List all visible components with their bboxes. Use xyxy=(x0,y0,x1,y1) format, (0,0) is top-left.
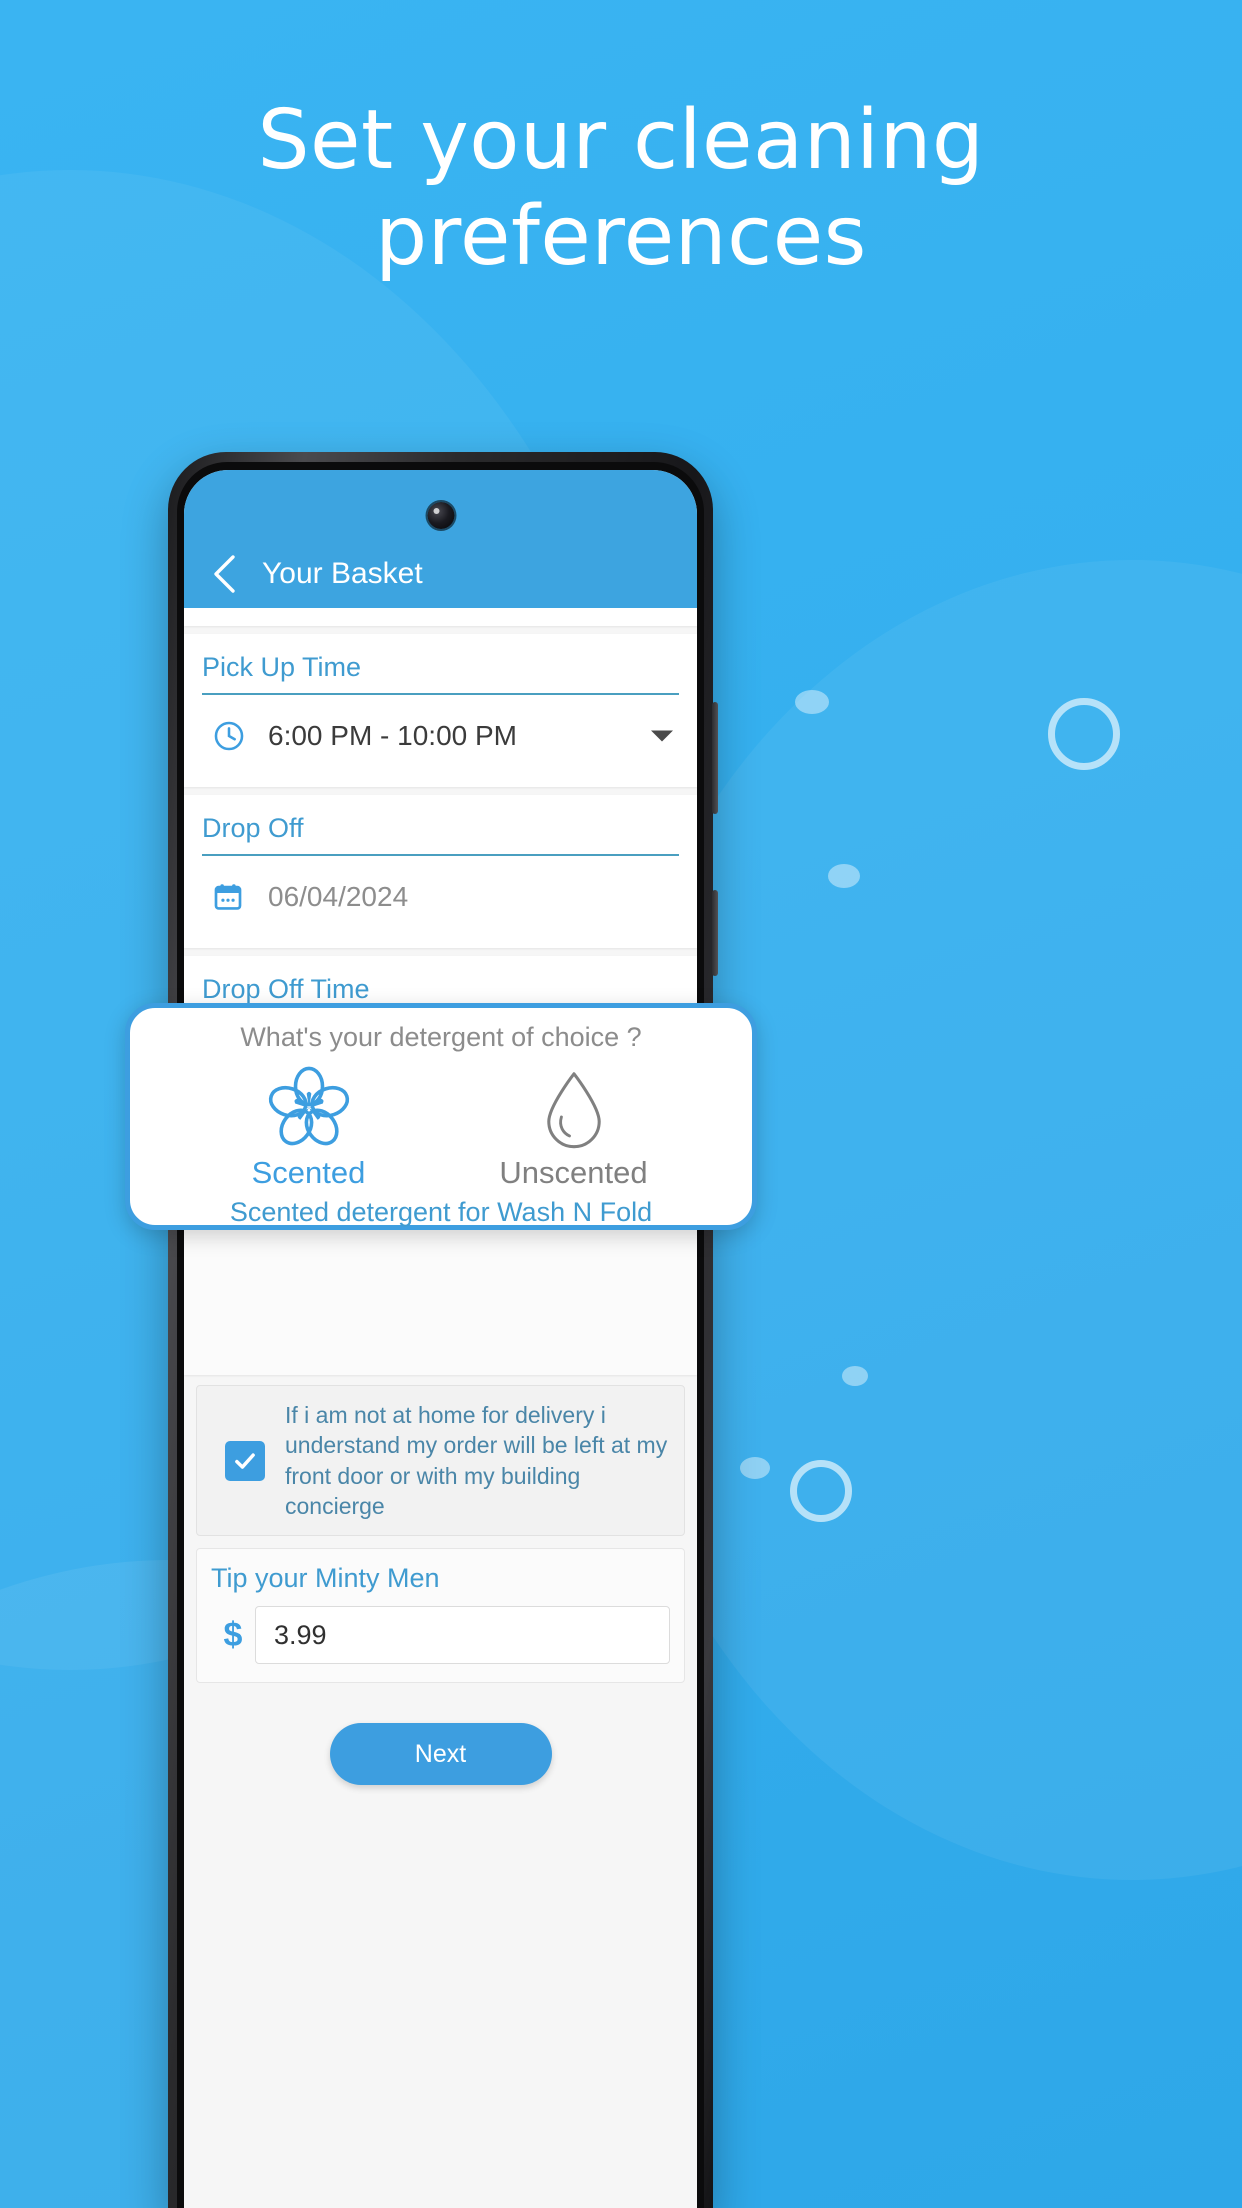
detergent-option-label: Scented xyxy=(251,1155,366,1190)
droplet-icon xyxy=(546,1072,601,1149)
field-value: 06/04/2024 xyxy=(268,881,409,912)
field-underline xyxy=(202,854,679,856)
field-card-dropoff-date: Drop Off 06/04/2024 xyxy=(184,795,697,948)
chevron-left-icon xyxy=(214,555,235,593)
field-label: Drop Off xyxy=(202,813,304,843)
bubble-decoration xyxy=(740,1457,770,1479)
app-bar: Your Basket xyxy=(184,470,697,608)
field-label: Pick Up Time xyxy=(202,652,362,682)
page-title: Set your cleaning preferences xyxy=(0,93,1242,285)
page-title-line-2: preferences xyxy=(375,189,867,285)
back-button[interactable] xyxy=(204,554,244,594)
basket-form: Pick Up Time 6:00 PM - 10:00 PM Drop Off… xyxy=(184,608,697,2208)
field-underline xyxy=(202,693,679,695)
phone-mockup: Your Basket Pick Up Time 6:00 PM - 10:00… xyxy=(168,452,718,2208)
app-bar-title: Your Basket xyxy=(262,557,423,590)
clock-icon-wrap xyxy=(212,719,258,753)
page-title-line-1: Set your cleaning xyxy=(257,93,985,188)
delivery-consent-row[interactable]: If i am not at home for delivery i under… xyxy=(196,1385,685,1537)
field-row-dropoff-date[interactable]: 06/04/2024 xyxy=(202,860,679,934)
bubble-decoration xyxy=(828,864,860,888)
tip-amount-input[interactable]: 3.99 xyxy=(255,1606,670,1665)
dollar-sign-icon: $ xyxy=(223,1615,243,1654)
phone-screen: Your Basket Pick Up Time 6:00 PM - 10:00… xyxy=(184,470,697,2208)
bubble-ring-decoration xyxy=(790,1460,852,1522)
detergent-option-scented[interactable]: Scented xyxy=(194,1063,424,1191)
flower-icon xyxy=(268,1066,349,1146)
detergent-option-label: Unscented xyxy=(499,1155,648,1190)
calendar-icon-wrap xyxy=(212,881,258,913)
partial-card-above xyxy=(184,608,697,626)
bubble-decoration xyxy=(842,1366,868,1386)
camera-punch-hole xyxy=(427,502,454,529)
app-store-screenshot: Set your cleaning preferences Your Baske… xyxy=(0,0,1242,2208)
bubble-ring-decoration xyxy=(1048,698,1120,770)
volume-button[interactable] xyxy=(712,702,718,814)
check-icon xyxy=(235,1453,255,1469)
detergent-choice-popup: What's your detergent of choice ? Scente… xyxy=(125,1003,757,1230)
bubble-decoration xyxy=(795,690,829,714)
calendar-icon xyxy=(214,884,242,910)
tip-card: Tip your Minty Men $ 3.99 xyxy=(196,1548,685,1684)
phone-bezel: Your Basket Pick Up Time 6:00 PM - 10:00… xyxy=(177,462,704,2208)
detergent-option-unscented[interactable]: Unscented xyxy=(459,1063,689,1191)
field-card-pickup-time: Pick Up Time 6:00 PM - 10:00 PM xyxy=(184,634,697,787)
delivery-consent-text: If i am not at home for delivery i under… xyxy=(285,1402,668,1520)
delivery-consent-checkbox[interactable] xyxy=(225,1440,265,1481)
power-button[interactable] xyxy=(712,890,718,976)
field-row-pickup-time[interactable]: 6:00 PM - 10:00 PM xyxy=(202,699,679,773)
chevron-down-icon[interactable] xyxy=(651,730,673,742)
next-button[interactable]: Next xyxy=(329,1723,552,1786)
clock-icon xyxy=(214,721,244,751)
detergent-popup-question: What's your detergent of choice ? xyxy=(240,1022,642,1052)
detergent-popup-footer: Scented detergent for Wash N Fold xyxy=(229,1197,653,1227)
field-value: 6:00 PM - 10:00 PM xyxy=(268,720,518,751)
tip-label: Tip your Minty Men xyxy=(211,1563,440,1594)
